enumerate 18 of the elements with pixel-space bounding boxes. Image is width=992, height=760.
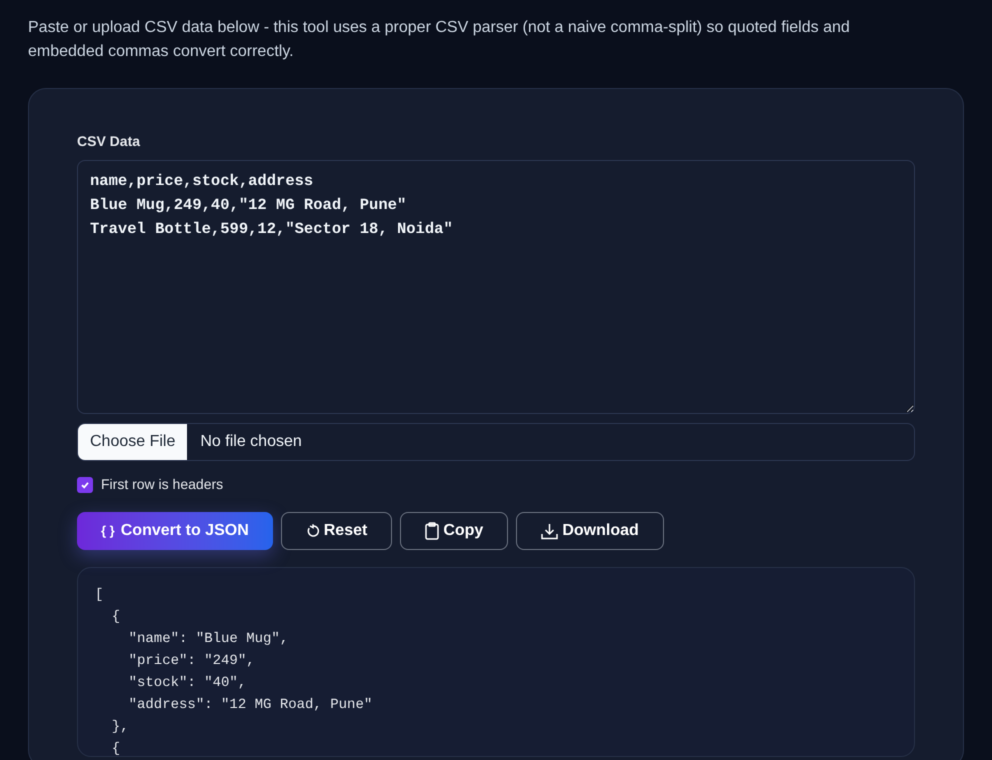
checkmark-icon [80,480,90,490]
file-status-text: No file chosen [200,432,302,452]
download-button[interactable]: Download [516,512,664,550]
copy-button[interactable]: Copy [400,512,508,550]
choose-file-button[interactable]: Choose File [78,424,188,460]
field-label: CSV Data [77,132,142,151]
reset-icon [306,524,320,538]
file-input[interactable]: Choose File No file chosen [77,423,915,461]
intro-text: Paste or upload CSV data below - this tool uses a proper CSV parser (not a naive comma-split) so quoted fields and embedded commas convert correctly. [28,18,851,62]
csv-input-field[interactable]: name,price,stock,address Blue Mug,249,40,"12 MG Road, Pune" Travel Bottle,599,12,"Sector 18, Noida" [77,160,915,414]
convert-button[interactable]: { } Convert to JSON [77,512,273,550]
download-icon [541,522,558,540]
headers-checkbox[interactable] [77,476,93,492]
json-output: [ { "name": "Blue Mug", "price": "249", "stock": "40", "address": "12 MG Road, Pune" }, { [77,567,915,757]
checkbox-label: First row is headers [101,475,224,494]
braces-icon: { } [101,521,115,541]
clipboard-icon [425,522,440,540]
reset-button[interactable]: Reset [280,512,392,550]
